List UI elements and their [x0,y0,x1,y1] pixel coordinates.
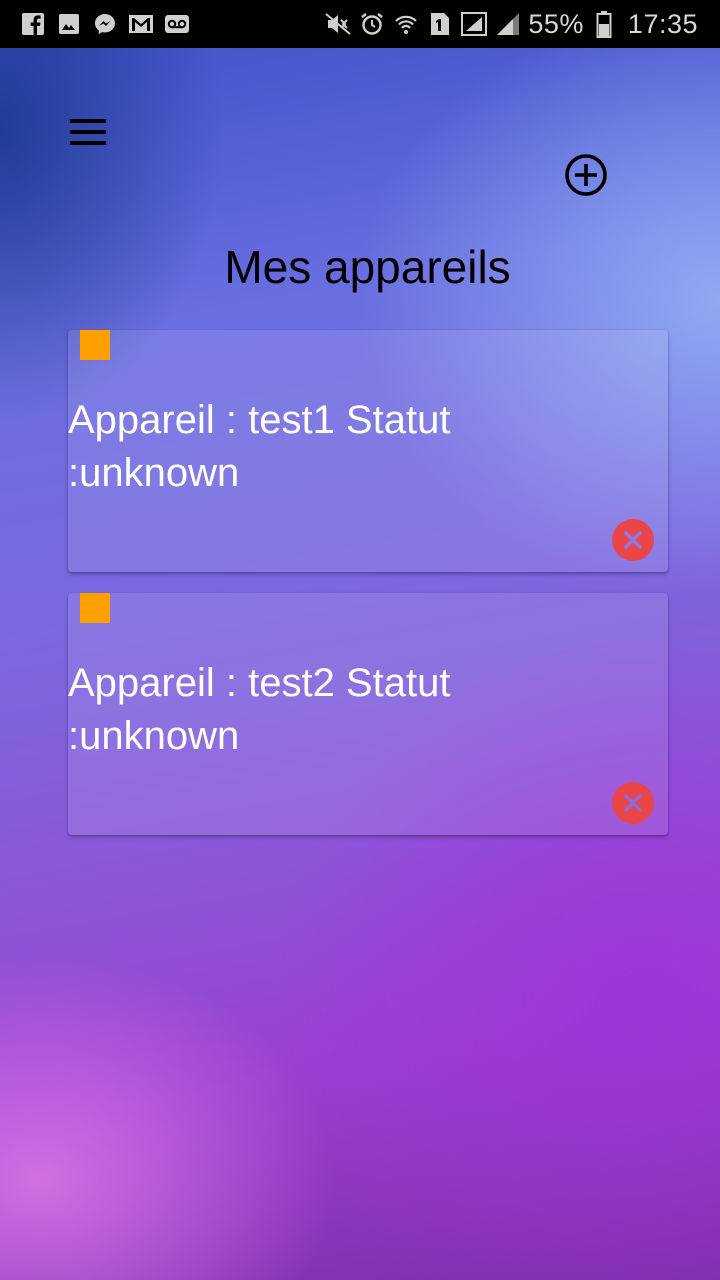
mute-icon [324,10,352,38]
wifi-icon [392,10,420,38]
gmail-icon [128,11,154,37]
sim-icon [426,10,454,38]
gallery-icon [56,11,82,37]
signal-icon [494,10,522,38]
device-label: Appareil : test2 Statut :unknown [68,661,451,758]
device-card[interactable]: Appareil : test1 Statut :unknown [68,330,668,572]
device-label: Appareil : test1 Statut :unknown [68,398,451,495]
add-circle-icon [565,154,607,196]
clock: 17:35 [627,8,698,39]
battery-percent: 55% [528,8,584,39]
add-device-button[interactable] [563,152,609,198]
notification-icons [20,11,200,37]
menu-line [70,141,106,145]
page-title: Mes appareils [224,241,511,293]
close-icon [624,531,642,549]
messenger-icon [92,11,118,37]
voicemail-icon [164,11,190,37]
device-card[interactable]: Appareil : test2 Statut :unknown [68,593,668,835]
close-icon [624,794,642,812]
alarm-icon [358,10,386,38]
data-signal-icon [460,10,488,38]
menu-line [70,130,106,134]
status-indicator [80,330,110,360]
delete-device-button[interactable] [612,782,654,824]
status-bar: 55% 17:35 [0,0,720,48]
battery-icon [590,10,618,38]
facebook-icon [20,11,46,37]
delete-device-button[interactable] [612,519,654,561]
hamburger-menu-icon[interactable] [66,115,110,149]
device-list: Appareil : test1 Statut :unknown Apparei… [68,330,668,856]
menu-line [70,119,106,123]
system-icons: 55% 17:35 [318,9,698,40]
status-indicator [80,593,110,623]
